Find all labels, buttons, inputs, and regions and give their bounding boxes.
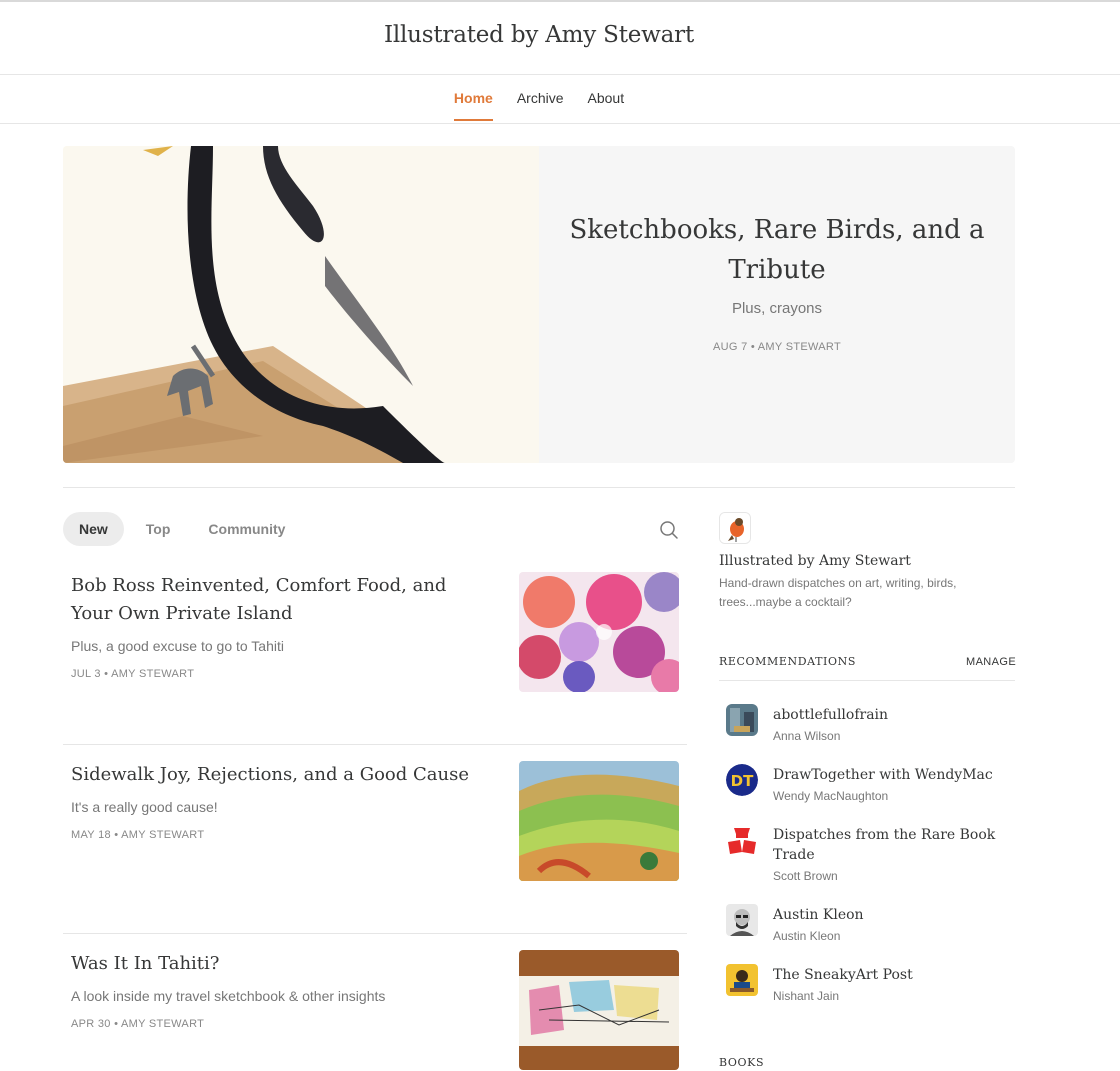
rare-book-icon xyxy=(726,824,758,856)
featured-post[interactable]: Sketchbooks, Rare Birds, and a Tribute P… xyxy=(63,146,1015,463)
nav-archive[interactable]: Archive xyxy=(517,90,564,121)
recommendation-item[interactable]: Austin Kleon Austin Kleon xyxy=(719,904,1015,944)
robin-icon xyxy=(720,513,750,543)
recommendation-author: Nishant Jain xyxy=(773,989,840,1003)
post-item[interactable]: Sidewalk Joy, Rejections, and a Good Cau… xyxy=(63,761,687,934)
post-item[interactable]: Was It In Tahiti? A look inside my trave… xyxy=(63,950,687,1071)
post-meta: MAY 18 • AMY STEWART xyxy=(71,829,205,841)
featured-post-meta: AUG 7 • AMY STEWART xyxy=(713,341,841,353)
post-title[interactable]: Was It In Tahiti? xyxy=(71,950,491,978)
crow-illustration xyxy=(63,146,539,463)
nav-divider xyxy=(0,123,1120,124)
search-icon[interactable] xyxy=(659,520,679,540)
post-thumbnail[interactable] xyxy=(519,761,679,881)
nav-about[interactable]: About xyxy=(588,90,625,121)
recommendations-divider xyxy=(719,680,1015,681)
sketchbook-photo xyxy=(519,950,679,1070)
featured-post-text: Sketchbooks, Rare Birds, and a Tribute P… xyxy=(539,146,1015,463)
manage-button[interactable]: MANAGE xyxy=(966,656,1016,668)
post-meta: JUL 3 • AMY STEWART xyxy=(71,668,195,680)
drawtogether-icon: DT xyxy=(726,764,758,796)
publication-name[interactable]: Illustrated by Amy Stewart xyxy=(719,553,911,569)
recommendation-item[interactable]: DT DrawTogether with WendyMac Wendy MacN… xyxy=(719,764,1015,804)
recommendation-item[interactable]: The SneakyArt Post Nishant Jain xyxy=(719,964,1015,1004)
publication-avatar xyxy=(726,904,758,936)
austin-kleon-avatar xyxy=(726,904,758,936)
recommendation-name[interactable]: The SneakyArt Post xyxy=(773,965,1003,985)
post-filter-tabs: New Top Community xyxy=(63,512,307,546)
top-border xyxy=(0,0,1120,2)
rainy-street-icon xyxy=(726,704,758,736)
post-subtitle: It's a really good cause! xyxy=(71,799,218,815)
recommendation-name[interactable]: DrawTogether with WendyMac xyxy=(773,765,1003,785)
post-thumbnail[interactable] xyxy=(519,950,679,1070)
svg-text:DT: DT xyxy=(731,772,754,790)
publication-avatar xyxy=(726,704,758,736)
post-meta: APR 30 • AMY STEWART xyxy=(71,1018,205,1030)
recommendation-name[interactable]: Austin Kleon xyxy=(773,905,1003,925)
section-divider xyxy=(63,487,1015,488)
recommendation-author: Austin Kleon xyxy=(773,929,841,943)
publication-avatar xyxy=(726,824,758,856)
sneakyart-icon xyxy=(726,964,758,996)
recommendation-item[interactable]: Dispatches from the Rare Book Trade Scot… xyxy=(719,824,1015,884)
recommendation-author: Anna Wilson xyxy=(773,729,841,743)
post-divider xyxy=(63,744,687,745)
featured-post-image[interactable] xyxy=(63,146,539,463)
recommendation-name[interactable]: Dispatches from the Rare Book Trade xyxy=(773,825,1003,865)
post-subtitle: Plus, a good excuse to go to Tahiti xyxy=(71,638,284,654)
publication-avatar: DT xyxy=(726,764,758,796)
header-divider xyxy=(0,74,1120,75)
books-heading: BOOKS xyxy=(719,1056,765,1069)
post-divider xyxy=(63,933,687,934)
post-title[interactable]: Sidewalk Joy, Rejections, and a Good Cau… xyxy=(71,761,491,789)
post-thumbnail[interactable] xyxy=(519,572,679,692)
nav-home[interactable]: Home xyxy=(453,90,493,121)
publication-avatar xyxy=(726,964,758,996)
flowers-painting xyxy=(519,572,679,692)
tab-top[interactable]: Top xyxy=(130,512,187,546)
recommendation-author: Scott Brown xyxy=(773,869,838,883)
post-item[interactable]: Bob Ross Reinvented, Comfort Food, and Y… xyxy=(63,572,687,745)
recommendation-author: Wendy MacNaughton xyxy=(773,789,889,803)
site-title[interactable]: Illustrated by Amy Stewart xyxy=(0,22,1078,48)
publication-description: Hand-drawn dispatches on art, writing, b… xyxy=(719,576,957,609)
recommendations-heading: RECOMMENDATIONS xyxy=(719,655,856,668)
main-nav: Home Archive About xyxy=(0,90,1078,121)
tab-new[interactable]: New xyxy=(63,512,124,546)
publication-logo[interactable] xyxy=(719,512,751,544)
post-title[interactable]: Bob Ross Reinvented, Comfort Food, and Y… xyxy=(71,572,491,628)
recommendation-name[interactable]: abottlefullofrain xyxy=(773,705,1003,725)
hills-painting xyxy=(519,761,679,881)
post-subtitle: A look inside my travel sketchbook & oth… xyxy=(71,988,386,1004)
tab-community[interactable]: Community xyxy=(192,512,301,546)
recommendation-item[interactable]: abottlefullofrain Anna Wilson xyxy=(719,704,1015,744)
featured-post-title[interactable]: Sketchbooks, Rare Birds, and a Tribute xyxy=(539,210,1015,290)
featured-post-subtitle: Plus, crayons xyxy=(731,300,823,317)
